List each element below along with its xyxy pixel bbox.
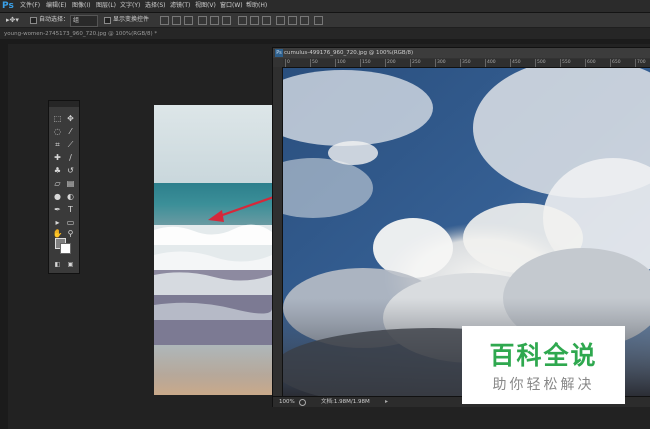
ruler-mark: 550	[560, 59, 571, 67]
tools-panel: ⬚ ✥ ◌ ⁄ ⌗ ⟋ ✚ ∕ ♣ ↺ ▱ ▤ ● ◐ ✒ T ▸ ▭ ✋ ⚲ …	[48, 100, 80, 274]
history-brush-icon[interactable]: ↺	[65, 165, 76, 176]
dodge-icon[interactable]: ◐	[65, 191, 76, 202]
ruler-mark: 250	[410, 59, 421, 67]
ruler-mark: 700	[635, 59, 646, 67]
distribute-bottom-icon[interactable]	[262, 16, 271, 25]
align-hcenter-icon[interactable]	[210, 16, 219, 25]
gradient-icon[interactable]: ▤	[65, 178, 76, 189]
tools-panel-header[interactable]	[49, 101, 79, 107]
auto-align-icon[interactable]	[314, 16, 323, 25]
magic-wand-icon[interactable]: ⁄	[65, 126, 76, 137]
tab-young-women[interactable]: young-women-2745173_960_720.jpg @ 100%(R…	[4, 29, 157, 39]
status-arrow-icon[interactable]: ▸	[385, 397, 388, 407]
show-transform-label: 显示变换控件	[113, 16, 150, 23]
menu-file[interactable]: 文件(F)	[20, 0, 40, 12]
ruler-mark: 50	[310, 59, 318, 67]
ruler-mark: 650	[610, 59, 621, 67]
ruler-mark: 100	[335, 59, 346, 67]
beach-image	[154, 105, 272, 395]
menu-edit[interactable]: 编辑(E)	[46, 0, 66, 12]
move-tool-icon[interactable]: ▸✥▾	[6, 15, 19, 25]
auto-select-label: 自动选择：	[39, 16, 70, 23]
menu-bar: Ps 文件(F) 编辑(E) 图像(I) 图层(L) 文字(Y) 选择(S) 滤…	[0, 0, 650, 13]
show-transform-checkbox[interactable]	[104, 17, 111, 24]
zoom-icon[interactable]: ⚲	[65, 228, 76, 239]
eraser-icon[interactable]: ▱	[52, 178, 63, 189]
watermark: 百科全说 助你轻松解决	[462, 326, 625, 404]
menu-view[interactable]: 视图(V)	[195, 0, 216, 12]
distribute-left-icon[interactable]	[276, 16, 285, 25]
brush-icon[interactable]: ∕	[65, 152, 76, 163]
ruler-mark: 350	[460, 59, 471, 67]
eyedropper-icon[interactable]: ⟋	[65, 139, 76, 150]
distribute-top-icon[interactable]	[238, 16, 247, 25]
quick-mask-icon[interactable]: ◧	[52, 259, 63, 270]
watermark-subtitle: 助你轻松解决	[492, 377, 595, 393]
beach-photo	[154, 105, 272, 395]
type-icon[interactable]: T	[65, 204, 76, 215]
background-color-swatch[interactable]	[60, 243, 71, 254]
align-right-icon[interactable]	[222, 16, 231, 25]
watermark-title: 百科全说	[489, 341, 598, 370]
distribute-right-icon[interactable]	[300, 16, 309, 25]
shape-icon[interactable]: ▭	[65, 217, 76, 228]
status-icon[interactable]	[299, 399, 306, 406]
menu-type[interactable]: 文字(Y)	[120, 0, 140, 12]
ruler-mark: 450	[510, 59, 521, 67]
move-icon[interactable]: ✥	[65, 113, 76, 124]
align-left-icon[interactable]	[198, 16, 207, 25]
pen-icon[interactable]: ✒	[52, 204, 63, 215]
healing-brush-icon[interactable]: ✚	[52, 152, 63, 163]
auto-select-checkbox[interactable]	[30, 17, 37, 24]
crop-icon[interactable]: ⌗	[52, 139, 63, 150]
menu-help[interactable]: 帮助(H)	[246, 0, 267, 12]
ruler-mark: 0	[285, 59, 290, 67]
lasso-icon[interactable]: ◌	[52, 126, 63, 137]
photoshop-logo-icon: Ps	[2, 1, 14, 11]
marquee-icon[interactable]: ⬚	[52, 113, 63, 124]
ruler-mark: 500	[535, 59, 546, 67]
menu-select[interactable]: 选择(S)	[145, 0, 166, 12]
menu-filter[interactable]: 滤镜(T)	[170, 0, 190, 12]
align-top-icon[interactable]	[160, 16, 169, 25]
zoom-level[interactable]: 100%	[279, 397, 295, 407]
document-size: 文档:1.98M/1.98M	[321, 399, 370, 405]
ps-document-icon: Ps	[275, 49, 283, 57]
blur-icon[interactable]: ●	[52, 191, 63, 202]
menu-layer[interactable]: 图层(L)	[96, 0, 116, 12]
menu-window[interactable]: 窗口(W)	[220, 0, 243, 12]
screen-mode-icon[interactable]: ▣	[65, 259, 76, 270]
cumulus-title: cumulus-499176_960_720.jpg @ 100%(RGB/8)	[284, 50, 414, 56]
ruler-mark: 300	[435, 59, 446, 67]
align-bottom-icon[interactable]	[184, 16, 193, 25]
horizontal-ruler[interactable]: 0 50 100 150 200 250 300 350 400 450 500 550 600 650 7…	[283, 59, 650, 68]
ruler-mark: 200	[385, 59, 396, 67]
path-select-icon[interactable]: ▸	[52, 217, 63, 228]
ruler-mark: 600	[585, 59, 596, 67]
auto-select-dropdown[interactable]: 组	[70, 15, 98, 27]
clone-stamp-icon[interactable]: ♣	[52, 165, 63, 176]
options-bar: ▸✥▾ 自动选择： 组 显示变换控件	[0, 13, 650, 28]
ruler-mark: 150	[360, 59, 371, 67]
cumulus-title-bar[interactable]: Ps cumulus-499176_960_720.jpg @ 100%(RGB…	[273, 48, 650, 58]
vertical-ruler[interactable]	[273, 67, 283, 397]
distribute-vcenter-icon[interactable]	[250, 16, 259, 25]
distribute-hcenter-icon[interactable]	[288, 16, 297, 25]
align-vcenter-icon[interactable]	[172, 16, 181, 25]
menu-image[interactable]: 图像(I)	[72, 0, 90, 12]
ruler-mark: 400	[485, 59, 496, 67]
